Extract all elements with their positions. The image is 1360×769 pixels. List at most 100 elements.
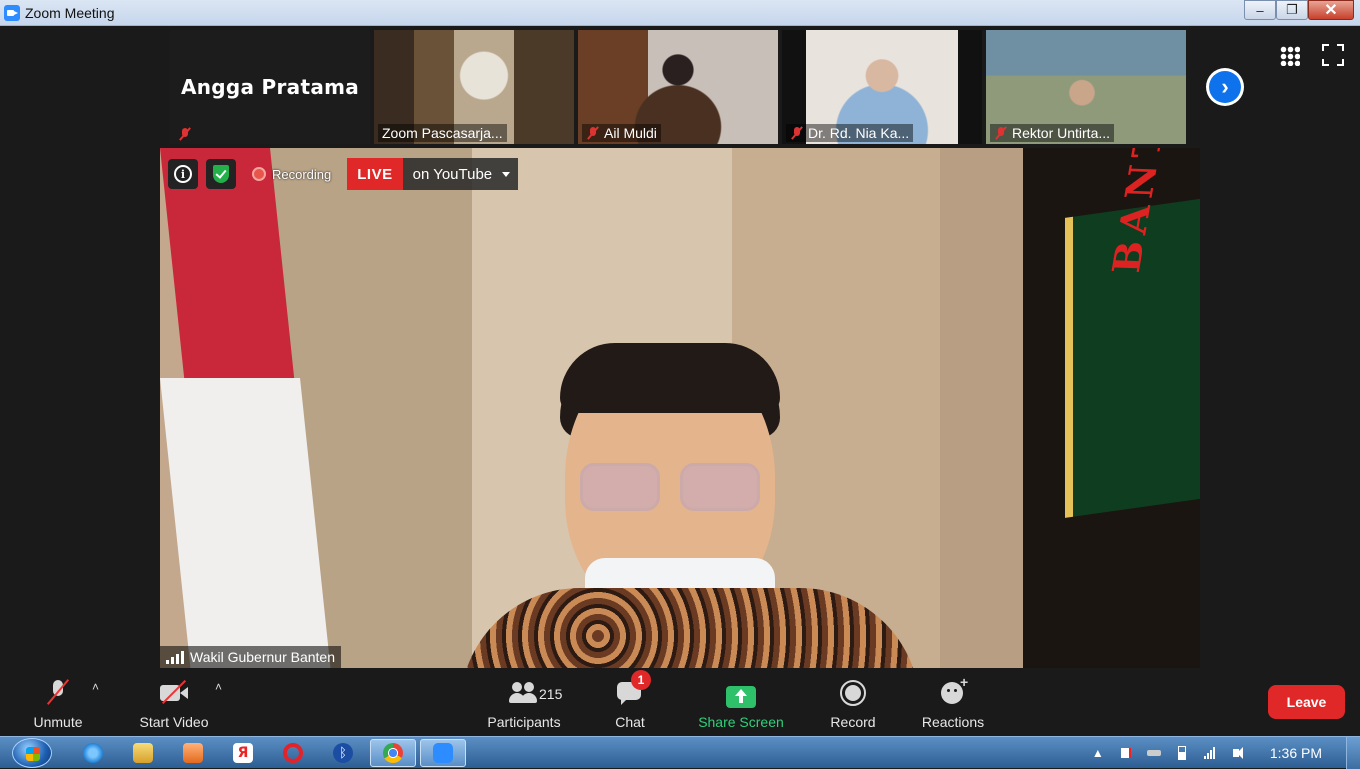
- leave-button[interactable]: Leave: [1268, 685, 1345, 719]
- participant-tile[interactable]: Dr. Rd. Nia Ka...: [782, 30, 982, 144]
- reaction-smiley-icon: [938, 674, 968, 708]
- action-center-flag-icon[interactable]: [1118, 746, 1134, 760]
- battery-icon[interactable]: [1174, 746, 1190, 760]
- live-destination: on YouTube: [402, 158, 519, 190]
- speaker-name: Wakil Gubernur Banten: [190, 649, 335, 665]
- chat-unread-badge: 1: [631, 670, 651, 690]
- mic-muted-icon: [178, 127, 192, 141]
- live-badge: LIVE: [347, 158, 403, 190]
- shield-check-icon: [213, 165, 229, 183]
- participants-count: 215: [539, 686, 563, 702]
- video-options-caret[interactable]: ˄: [215, 680, 222, 694]
- restore-button[interactable]: ❐: [1276, 0, 1308, 20]
- internet-explorer-icon[interactable]: [70, 739, 116, 767]
- system-tray: ▲ 1:36 PM: [1090, 737, 1360, 769]
- window-titlebar: Zoom Meeting – ❐ ✕: [0, 0, 1360, 26]
- participant-name: Ail Muldi: [604, 125, 657, 141]
- window-controls: – ❐ ✕: [1244, 0, 1354, 20]
- share-screen-icon: [726, 686, 756, 708]
- participant-caption: Rektor Untirta...: [990, 124, 1115, 142]
- minimize-button[interactable]: –: [1244, 0, 1276, 20]
- next-page-button[interactable]: ›: [1206, 68, 1244, 106]
- share-screen-label: Share Screen: [698, 714, 784, 730]
- meeting-info-button[interactable]: i: [168, 159, 198, 189]
- windows-start-icon[interactable]: [12, 737, 52, 768]
- window-title: Zoom Meeting: [25, 4, 115, 21]
- info-icon: i: [174, 165, 192, 183]
- grid-icon[interactable]: [1280, 46, 1300, 66]
- speaker-name-tag: Wakil Gubernur Banten: [160, 646, 341, 668]
- participant-name: Rektor Untirta...: [1012, 125, 1111, 141]
- fullscreen-icon[interactable]: [1322, 44, 1344, 66]
- show-hidden-icons-button[interactable]: ▲: [1090, 746, 1106, 760]
- livestream-dropdown[interactable]: LIVE on YouTube: [347, 158, 519, 190]
- network-status-icon[interactable]: [1146, 746, 1162, 760]
- unmute-label: Unmute: [33, 714, 83, 730]
- unmute-button[interactable]: Unmute: [28, 668, 88, 736]
- flag-white-stripe: [160, 378, 331, 668]
- zoom-app-icon: [4, 4, 20, 21]
- participant-tile[interactable]: Angga Pratama: [170, 30, 370, 144]
- record-label: Record: [830, 714, 876, 730]
- share-screen-button[interactable]: Share Screen: [694, 668, 788, 736]
- yandex-browser-icon[interactable]: Я: [220, 739, 266, 767]
- speaker-batik-shirt: [460, 588, 920, 668]
- participants-icon: 215: [509, 678, 562, 708]
- meeting-toolbar: Unmute ˄ Start Video ˄ 215 Participants …: [0, 668, 1360, 736]
- file-explorer-icon[interactable]: [120, 739, 166, 767]
- signal-bars-icon[interactable]: [1202, 746, 1218, 760]
- chat-icon: 1: [615, 670, 651, 708]
- audio-options-caret[interactable]: ˄: [92, 680, 99, 694]
- active-speaker-video: BANTEN: [160, 148, 1200, 668]
- encryption-button[interactable]: [206, 159, 236, 189]
- chevron-down-icon: [502, 171, 511, 177]
- participant-tile[interactable]: Ail Muldi: [578, 30, 778, 144]
- participant-tile[interactable]: Rektor Untirta...: [986, 30, 1186, 144]
- reactions-label: Reactions: [921, 714, 985, 730]
- recording-indicator[interactable]: Recording: [252, 167, 331, 182]
- participant-tile[interactable]: Zoom Pascasarja...: [374, 30, 574, 144]
- banten-banner: BANTEN: [1065, 148, 1200, 518]
- meeting-status-bar: i Recording LIVE on YouTube: [168, 158, 519, 190]
- chat-label: Chat: [615, 714, 645, 730]
- record-dot-icon: [252, 167, 266, 181]
- mic-muted-icon: [586, 126, 600, 140]
- speaker-hair-top: [560, 343, 780, 413]
- record-icon: [838, 678, 868, 708]
- banner-text: BANTEN: [1103, 148, 1187, 275]
- bluetooth-icon[interactable]: ᛒ: [320, 739, 366, 767]
- participant-caption: Ail Muldi: [582, 124, 661, 142]
- meeting-area: Angga Pratama Zoom Pascasarja... Ail Mul…: [0, 26, 1360, 736]
- taskbar-apps: Я ᛒ: [70, 738, 466, 767]
- taskbar-clock[interactable]: 1:36 PM: [1270, 745, 1322, 761]
- participants-button[interactable]: 215 Participants: [482, 668, 566, 736]
- media-player-icon[interactable]: [170, 739, 216, 767]
- chevron-right-icon: ›: [1209, 71, 1241, 103]
- start-video-button[interactable]: Start Video: [134, 668, 214, 736]
- mic-muted-icon: [994, 126, 1008, 140]
- opera-browser-icon[interactable]: [270, 739, 316, 767]
- recording-label: Recording: [272, 166, 332, 182]
- video-off-icon: [159, 678, 189, 708]
- participant-name: Dr. Rd. Nia Ka...: [808, 125, 910, 141]
- participant-caption: Dr. Rd. Nia Ka...: [786, 124, 914, 142]
- participant-name: Zoom Pascasarja...: [382, 125, 503, 141]
- show-desktop-button[interactable]: [1346, 737, 1360, 769]
- chrome-icon[interactable]: [370, 738, 416, 767]
- live-destination-label: on YouTube: [412, 165, 493, 183]
- close-button[interactable]: ✕: [1308, 0, 1354, 20]
- record-button[interactable]: Record: [826, 668, 880, 736]
- chat-button[interactable]: 1 Chat: [608, 668, 652, 736]
- participants-label: Participants: [487, 714, 561, 730]
- reactions-button[interactable]: Reactions: [918, 668, 988, 736]
- participant-caption: [174, 126, 196, 142]
- windows-taskbar: Я ᛒ ▲ 1:36 PM: [0, 736, 1360, 769]
- volume-icon[interactable]: [1230, 746, 1246, 760]
- start-video-label: Start Video: [139, 714, 209, 730]
- participant-name-large: Angga Pratama: [180, 75, 360, 99]
- microphone-muted-icon: [43, 678, 73, 708]
- participant-strip: Angga Pratama Zoom Pascasarja... Ail Mul…: [170, 30, 1186, 144]
- signal-strength-icon: [166, 650, 184, 664]
- zoom-icon[interactable]: [420, 738, 466, 767]
- speaker-glasses: [580, 463, 760, 513]
